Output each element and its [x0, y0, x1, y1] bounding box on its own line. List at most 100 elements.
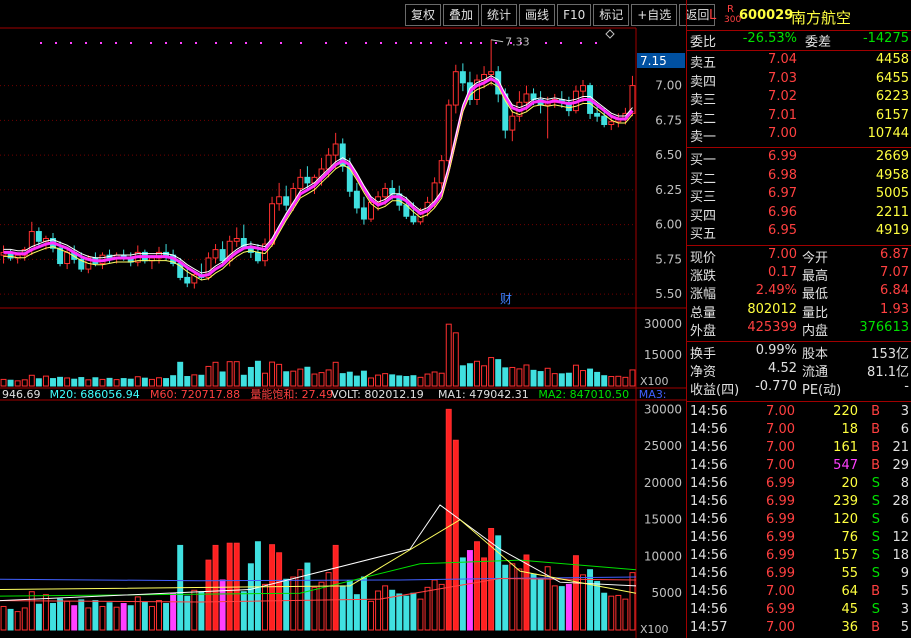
tick-volume: 76 [841, 530, 858, 545]
ask-label: 卖三 [690, 93, 717, 109]
candle-body [601, 115, 608, 126]
volume-bar [254, 360, 261, 387]
candlesticks: 7.33 财 [0, 36, 636, 306]
tick-volume: 120 [833, 512, 858, 527]
volume-bar [594, 371, 601, 387]
lower-volume-bar [608, 595, 615, 631]
marker-dot [300, 42, 302, 44]
tick-row: 14:56 7.00 547 B 29 [687, 457, 911, 475]
tick-row: 14:56 6.99 20 S 8 [687, 475, 911, 493]
volume-bar [438, 372, 445, 387]
tick-time: 14:56 [690, 512, 728, 527]
tick-row: 14:56 7.00 220 B 3 [687, 403, 911, 421]
marker-dot [580, 42, 582, 44]
kline-chart[interactable]: 7.33 财 30000 15000 X100 946.69 M20: 686056.94… [0, 0, 686, 638]
weibi-label: 委比 [690, 35, 717, 50]
flag-L: L [709, 8, 717, 23]
tick-row: 14:56 6.99 45 S 3 [687, 601, 911, 619]
lower-volume-bar [170, 592, 177, 631]
lower-volume-bar [431, 579, 438, 631]
tick-volume: 547 [833, 458, 858, 473]
toolbar-button-0[interactable]: 复权 [405, 4, 442, 26]
tick-side: B [871, 620, 880, 635]
volume-bar [580, 370, 586, 387]
fund-label: 流通 [802, 365, 829, 381]
volume-bar [523, 364, 530, 387]
volume-bar [403, 376, 410, 387]
marker-dot [150, 42, 152, 44]
bid-label: 买二 [690, 171, 717, 187]
bid-volume: 5005 [875, 186, 909, 202]
volume-bar [481, 365, 488, 387]
indicator-value: MA1: 479042.31 [438, 388, 529, 401]
tick-side: S [871, 476, 880, 491]
stock-code[interactable]: 600029 [739, 8, 793, 23]
volume-bar [78, 377, 85, 387]
marker-dot [195, 42, 197, 44]
toolbar: 复权 叠加 统计 画线 F10 标记 +自选 返回 [405, 4, 717, 26]
volume-bar [64, 377, 71, 387]
tick-row: 14:56 7.00 161 B 21 [687, 439, 911, 457]
toolbar-button-6[interactable]: +自选 [631, 4, 678, 26]
volume-bar [148, 378, 155, 387]
toolbar-button-3[interactable]: 画线 [519, 4, 556, 26]
volume-bar [325, 369, 332, 387]
candle-body [594, 112, 601, 117]
volume-unit: X100 [640, 375, 669, 388]
lower-volume-bar [141, 601, 148, 631]
volume-bar [368, 377, 374, 387]
current-price: 7.15 [640, 54, 667, 68]
lower-volume-bar [290, 576, 297, 631]
lower-volume-bar [565, 583, 572, 631]
stock-name[interactable]: 南方航空 [791, 7, 851, 28]
weicha-value: -14275 [862, 31, 909, 46]
marker-dot [410, 42, 412, 44]
lower-volume-bar [247, 563, 254, 631]
toolbar-button-2[interactable]: 统计 [481, 4, 518, 26]
toolbar-button-4[interactable]: F10 [557, 4, 592, 26]
lower-volume-bar [50, 603, 56, 631]
volume-bar [417, 376, 424, 387]
volume-bar [85, 379, 92, 387]
bid-row: 买一 6.99 2669 [687, 148, 911, 168]
weibi-row: 委比 -26.53% 委差 -14275 [687, 30, 911, 50]
fund-label: PE(动) [802, 383, 842, 399]
candle-body [459, 71, 466, 84]
bid-price: 6.98 [768, 167, 797, 183]
marker-dot [365, 42, 367, 44]
tick-time: 14:56 [690, 566, 728, 581]
tick-side: S [871, 512, 880, 527]
candle-body [389, 187, 396, 195]
tick-count: 28 [892, 494, 909, 509]
lower-unit: X100 [640, 623, 669, 636]
quote-label: 外盘 [690, 323, 717, 339]
lower-volume-bar [262, 583, 268, 631]
marker-dot [445, 42, 447, 44]
lower-volume-bar [445, 408, 452, 631]
volume-bar [551, 373, 558, 387]
marker-dot [85, 42, 87, 44]
lower-volume-bar [156, 600, 162, 631]
bid-row: 买四 6.96 2211 [687, 204, 911, 224]
volume-bar [113, 379, 120, 387]
lower-volume-bar [113, 606, 120, 631]
volume-bar [262, 372, 268, 387]
toolbar-button-5[interactable]: 标记 [593, 4, 630, 26]
toolbar-button-1[interactable]: 叠加 [443, 4, 480, 26]
tick-row: 14:56 6.99 239 S 28 [687, 493, 911, 511]
price-tick: 6.25 [655, 183, 682, 197]
lower-volume-bar [184, 595, 191, 631]
volume-bar [544, 367, 551, 387]
tick-count: 3 [900, 404, 909, 419]
volume-bar [375, 374, 382, 387]
marker-dot [380, 42, 382, 44]
indicator-value: M20: 686056.94 [50, 388, 140, 401]
ask-price: 7.04 [768, 52, 797, 67]
volume-bar [184, 376, 191, 387]
marker-dot [260, 42, 262, 44]
fund-label: 股本 [802, 347, 829, 362]
fund-row: 收益(四) -0.770 PE(动) - [687, 378, 911, 399]
lower-volume-bar [148, 605, 155, 631]
volume-bar [318, 372, 325, 387]
marker-dot [395, 42, 397, 44]
